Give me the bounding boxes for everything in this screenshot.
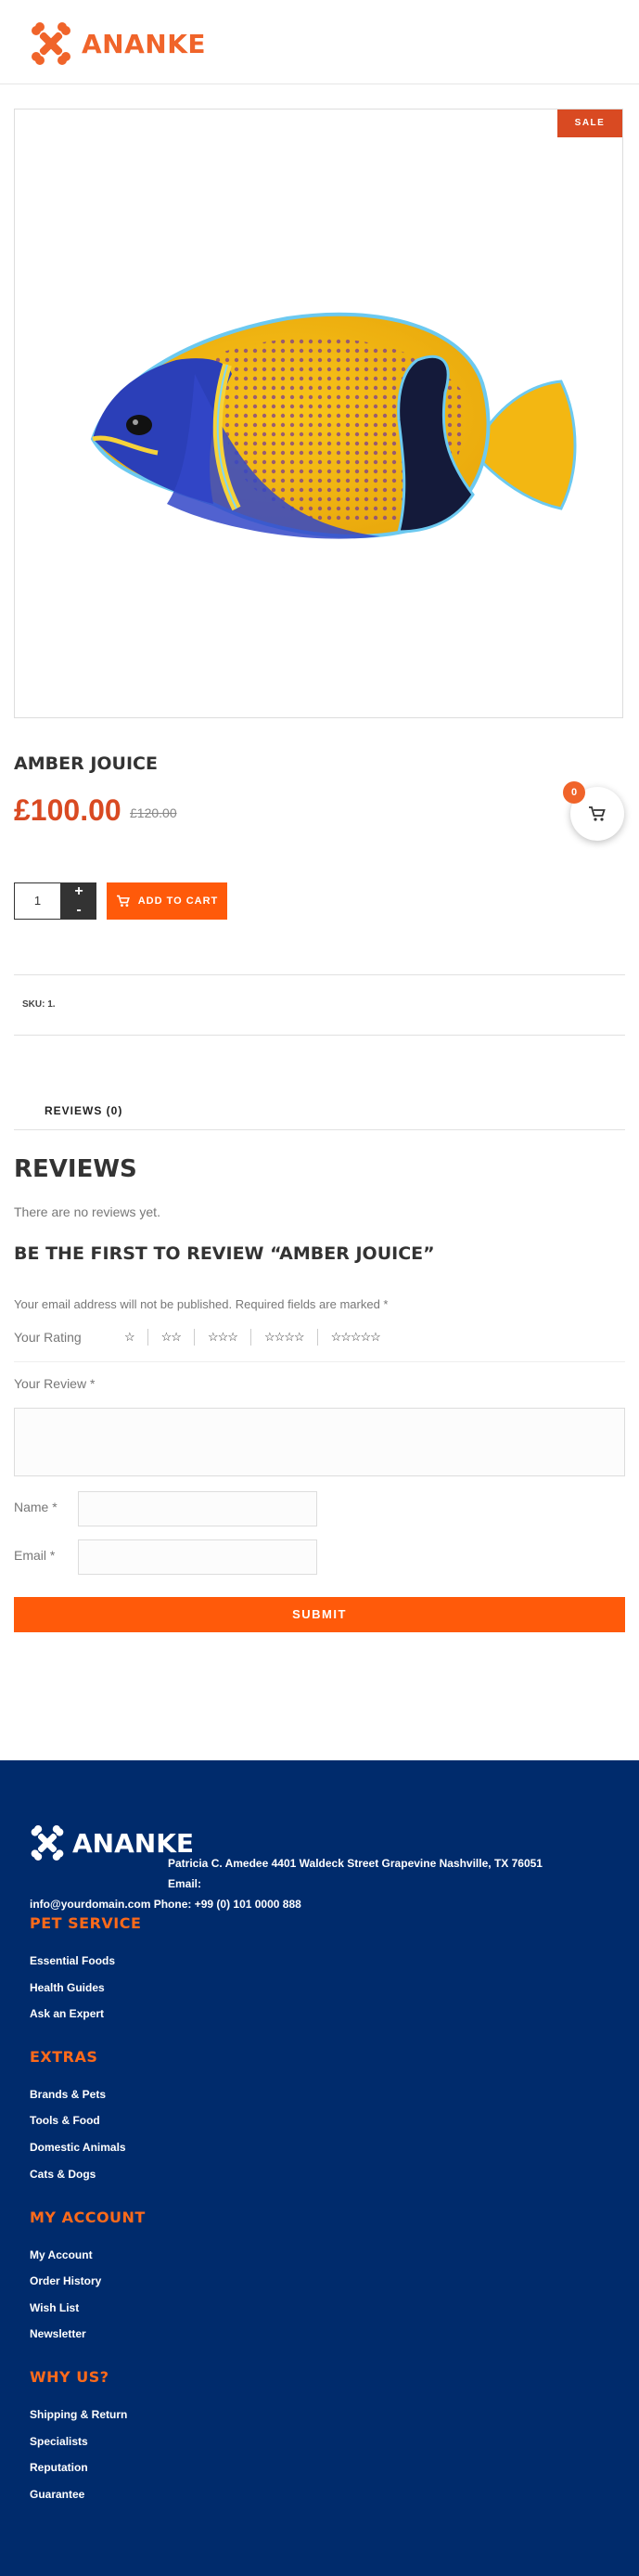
footer-link[interactable]: Wish List <box>30 2301 79 2314</box>
review-form-title: BE THE FIRST TO REVIEW “AMBER JOUICE” <box>14 1243 435 1264</box>
name-field[interactable] <box>78 1491 317 1526</box>
product-image-frame[interactable]: SALE <box>14 109 623 718</box>
cart-icon <box>116 895 130 908</box>
footer-link[interactable]: Ask an Expert <box>30 2007 104 2020</box>
rating-2-stars[interactable]: ☆☆ <box>147 1329 194 1346</box>
cart-count-badge: 0 <box>563 781 585 804</box>
required-fields-note: Your email address will not be published… <box>14 1297 389 1311</box>
footer-address: Patricia C. Amedee 4401 Waldeck Street G… <box>168 1857 543 1890</box>
email-label: Email * <box>14 1548 56 1563</box>
footer-link[interactable]: Tools & Food <box>30 2114 100 2127</box>
footer-link[interactable]: Reputation <box>30 2461 88 2474</box>
footer-link[interactable]: Domestic Animals <box>30 2141 126 2154</box>
footer-email-phone: info@yourdomain.com Phone: +99 (0) 101 0… <box>30 1898 301 1911</box>
no-reviews-text: There are no reviews yet. <box>14 1204 160 1219</box>
rating-5-stars[interactable]: ☆☆☆☆☆ <box>316 1329 393 1346</box>
footer-link[interactable]: Order History <box>30 2274 101 2287</box>
footer-link[interactable]: Guarantee <box>30 2488 84 2501</box>
submit-button[interactable]: SUBMIT <box>14 1597 625 1632</box>
bone-logo-icon <box>32 22 70 65</box>
star-rating: ☆ ☆☆ ☆☆☆ ☆☆☆☆ ☆☆☆☆☆ <box>124 1329 393 1346</box>
product-image <box>90 312 577 539</box>
product-title: AMBER JOUICE <box>14 753 158 774</box>
site-footer: ANANKE Patricia C. Amedee 4401 Waldeck S… <box>0 1760 639 2576</box>
cart-icon <box>589 806 606 821</box>
rating-3-stars[interactable]: ☆☆☆ <box>193 1329 250 1346</box>
divider <box>14 1129 625 1130</box>
footer-contact: Patricia C. Amedee 4401 Waldeck Street G… <box>30 1853 549 1914</box>
divider <box>14 1361 625 1362</box>
mini-cart-button[interactable]: 0 <box>563 781 624 841</box>
product-sku: SKU: 1. <box>22 999 56 1010</box>
divider <box>14 974 625 975</box>
review-label: Your Review * <box>14 1376 96 1391</box>
logo[interactable]: ANANKE <box>30 22 206 65</box>
footer-link[interactable]: My Account <box>30 2248 93 2261</box>
footer-link[interactable]: Cats & Dogs <box>30 2168 96 2181</box>
footer-link[interactable]: Essential Foods <box>30 1954 115 1967</box>
quantity-decrease-button[interactable]: - <box>61 901 96 920</box>
sale-badge: SALE <box>557 109 622 137</box>
footer-heading-my-account: MY ACCOUNT <box>30 2209 146 2226</box>
footer-link[interactable]: Brands & Pets <box>30 2088 106 2101</box>
rating-4-stars[interactable]: ☆☆☆☆ <box>249 1329 317 1346</box>
site-header: ANANKE <box>0 0 639 84</box>
rating-1-star[interactable]: ☆ <box>124 1329 147 1346</box>
footer-heading-pet-service: PET SERVICE <box>30 1914 142 1932</box>
divider <box>14 1035 625 1036</box>
original-price: £120.00 <box>130 805 177 820</box>
add-to-cart-label: ADD TO CART <box>137 895 219 907</box>
footer-link[interactable]: Newsletter <box>30 2327 86 2340</box>
add-to-cart-button[interactable]: ADD TO CART <box>107 882 227 920</box>
review-textarea[interactable] <box>14 1408 625 1476</box>
quantity-stepper: + - <box>61 882 96 920</box>
footer-link[interactable]: Specialists <box>30 2435 88 2448</box>
rating-label: Your Rating <box>14 1330 82 1345</box>
quantity-input[interactable]: 1 <box>14 882 61 920</box>
footer-link[interactable]: Shipping & Return <box>30 2408 127 2421</box>
footer-heading-extras: EXTRAS <box>30 2048 98 2066</box>
footer-heading-why-us: WHY US? <box>30 2368 109 2386</box>
brand-name: ANANKE <box>82 28 207 59</box>
reviews-heading: REVIEWS <box>14 1155 137 1183</box>
footer-link[interactable]: Health Guides <box>30 1981 105 1994</box>
email-field[interactable] <box>78 1539 317 1575</box>
sale-price: £100.00 <box>14 793 121 827</box>
name-label: Name * <box>14 1500 58 1514</box>
tab-reviews[interactable]: REVIEWS (0) <box>45 1104 122 1117</box>
quantity-increase-button[interactable]: + <box>61 882 96 901</box>
